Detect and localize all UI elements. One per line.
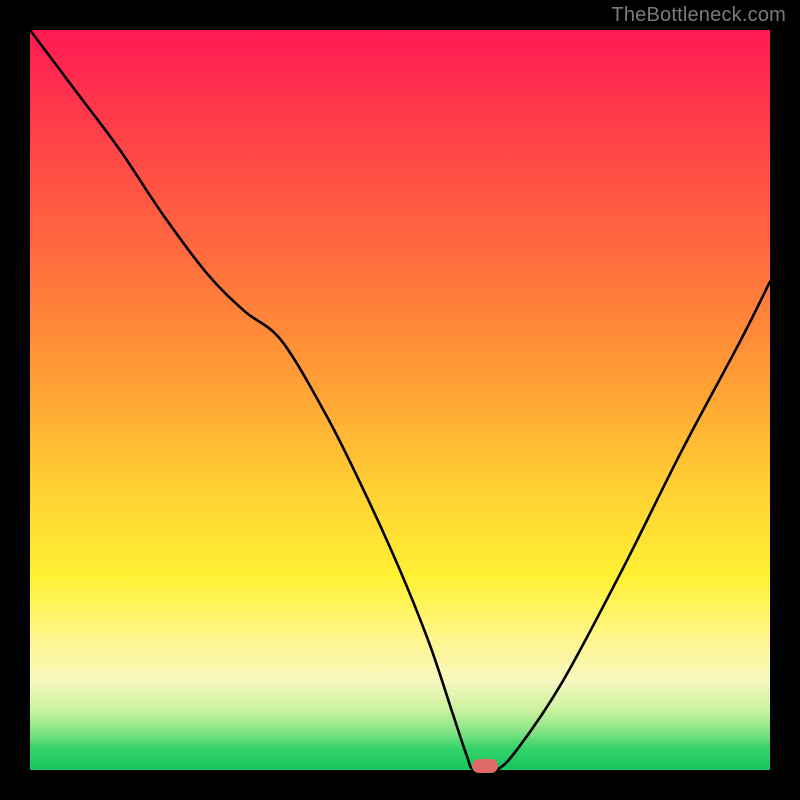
optimal-marker: [472, 759, 498, 773]
plot-area: [30, 30, 770, 770]
watermark-text: TheBottleneck.com: [611, 4, 786, 27]
chart-frame: TheBottleneck.com: [0, 0, 800, 800]
bottleneck-curve: [30, 30, 770, 770]
